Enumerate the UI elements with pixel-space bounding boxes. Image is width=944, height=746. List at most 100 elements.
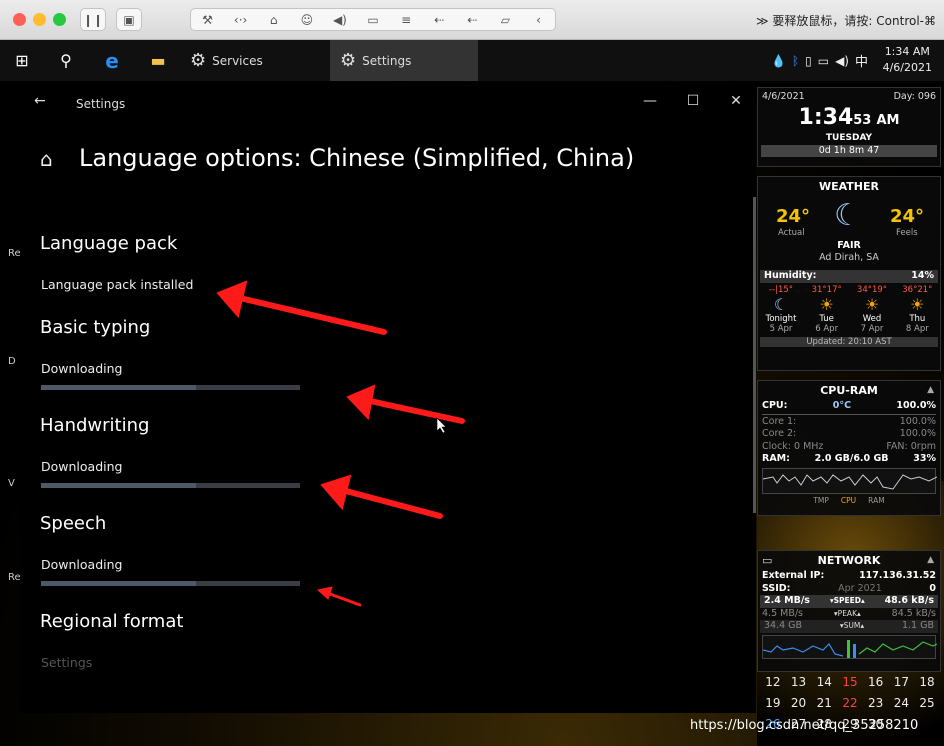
shared-folder-icon[interactable]: ▱ [489,13,522,27]
sun-icon: ☀ [910,294,925,314]
handwriting-progress-bar [41,483,300,488]
release-mouse-hint: ≫ 要释放鼠标，请按: Control-⌘ [756,14,936,28]
bluetooth-icon[interactable]: ᛒ [792,54,799,68]
language-pack-status: Language pack installed [41,277,194,292]
home-icon[interactable]: ⌂ [40,147,53,171]
gear-icon: ⚙ [340,50,357,71]
forecast-day: --|15° ☾ Tonight 5 Apr [765,284,797,334]
close-window-button[interactable] [13,13,26,26]
water-drop-icon[interactable]: 💧 [771,54,786,68]
calendar-week: 12 13 14 15 16 17 18 [760,672,940,693]
calendar-week: 19 20 21 22 23 24 25 [760,693,940,714]
taskbar-clock[interactable]: 1:34 AM 4/6/2021 [883,44,932,76]
usb-icon-2[interactable]: ⇠ [456,13,489,27]
network-widget: ▭ NETWORK ▲ External IP: 117.136.31.52 S… [757,550,941,672]
widget-time: 1:34 [798,104,854,130]
maximize-icon[interactable]: ☐ [683,93,703,109]
calendar-day[interactable]: 20 [788,693,810,714]
section-heading-basic-typing: Basic typing [40,317,151,338]
calendar-day[interactable]: 15 [839,672,861,693]
gear-icon: ⚙ [190,50,207,71]
page-title: Language options: Chinese (Simplified, C… [79,144,635,172]
back-arrow-icon[interactable]: ← [34,93,46,109]
zoom-window-button[interactable] [53,13,66,26]
desktop-icon-label-fragment: V [8,478,15,489]
pause-icon[interactable]: ❙❙ [80,8,106,31]
user-icon[interactable]: ☺ [290,13,323,27]
ime-indicator[interactable]: 中 [855,51,868,70]
close-icon[interactable]: ✕ [726,93,746,109]
section-heading-speech: Speech [40,513,107,534]
sun-icon: ☀ [864,294,880,314]
taskbar-app-settings[interactable]: ⚙ Settings [330,40,478,81]
wrench-icon[interactable]: ⚒ [191,13,224,27]
vm-toolbar: ❙❙ ▣ ⚒ ‹·› ⌂ ☺ ◀) ▭ ≡ ⇠ ⇠ ▱ ‹ ≫ 要释放鼠标，请按… [0,0,944,40]
collapse-icon[interactable]: ▲ [927,555,934,565]
cpu-ram-widget: CPU-RAM ▲ CPU: 0°C 100.0% Core 1: 100.0%… [757,380,941,516]
sun-icon: ☀ [819,294,834,314]
window-title: Settings [76,97,126,111]
calendar-day[interactable]: 17 [890,672,912,693]
desktop-icon-label-fragment: Re [8,572,21,583]
chevron-left-icon[interactable]: ‹ [522,13,555,27]
vm-devices-toolbar: ⚒ ‹·› ⌂ ☺ ◀) ▭ ≡ ⇠ ⇠ ▱ ‹ [190,8,556,31]
file-explorer-icon[interactable]: ▬ [142,40,174,81]
camera-icon[interactable]: ▭ [356,13,389,27]
windows-start-icon[interactable]: ⊞ [6,40,38,81]
minimize-window-button[interactable] [33,13,46,26]
monitor-icon: ▭ [762,554,773,567]
volume-icon[interactable]: ◀) [835,54,849,68]
network-icon[interactable]: ▭ [818,54,829,68]
network-adapter-icon[interactable]: ‹·› [224,13,257,27]
calendar-day[interactable]: 12 [762,672,784,693]
handwriting-status: Downloading [41,459,123,474]
moon-cloud-icon: ☾ [834,198,861,233]
watermark: https://blog.csdn.net/qq_35258210 [690,718,919,733]
calendar-day[interactable]: 25 [916,693,938,714]
regional-format-settings-link[interactable]: Settings [41,655,92,670]
basic-typing-progress-bar [41,385,300,390]
taskbar-app-services[interactable]: ⚙ Services [184,40,324,81]
calendar-day[interactable]: 16 [865,672,887,693]
calendar-day[interactable]: 19 [762,693,784,714]
collapse-icon[interactable]: ▲ [927,385,934,395]
settings-scrollbar[interactable] [753,197,756,513]
calendar-day[interactable]: 13 [788,672,810,693]
clock-widget: 4/6/2021 Day: 096 1:3453 AM TUESDAY 0d 1… [757,87,941,167]
calendar-day[interactable]: 18 [916,672,938,693]
search-icon[interactable]: ⚲ [50,40,82,81]
uptime-bar: 0d 1h 8m 47 [761,144,937,157]
usb-drive-icon[interactable]: ▯ [805,54,812,68]
snapshot-icon[interactable]: ▣ [116,8,142,31]
windows-taskbar: ⊞ ⚲ e ▬ ⚙ Services ⚙ Settings 💧 ᛒ ▯ ▭ ◀)… [0,40,944,81]
basic-typing-status: Downloading [41,361,123,376]
desktop-icon-label-fragment: D [8,356,16,367]
calendar-day[interactable] [916,714,938,735]
cpu-graph [762,467,938,494]
usb-icon[interactable]: ⇠ [423,13,456,27]
forecast-day: 31°17° ☀ Tue 6 Apr [811,284,842,334]
calendar-day[interactable]: 22 [839,693,861,714]
calendar-day[interactable]: 14 [813,672,835,693]
speech-progress-bar [41,581,300,586]
disk-icon[interactable]: ⌂ [257,13,290,27]
calendar-day[interactable]: 24 [890,693,912,714]
speaker-icon[interactable]: ◀) [323,13,356,27]
speech-status: Downloading [41,557,123,572]
weather-forecast: --|15° ☾ Tonight 5 Apr 31°17° ☀ Tue 6 Ap… [758,285,940,334]
system-tray: 💧 ᛒ ▯ ▭ ◀) 中 [771,40,868,81]
minimize-icon[interactable]: — [640,93,660,109]
edge-browser-icon[interactable]: e [96,40,128,81]
forecast-day: 34°19° ☀ Wed 7 Apr [856,284,888,334]
section-heading-handwriting: Handwriting [40,415,150,436]
weather-widget: WEATHER 24° Actual ☾ 24° Feels FAIR Ad D… [757,176,941,371]
calendar-day[interactable]: 21 [813,693,835,714]
section-heading-regional-format: Regional format [40,611,184,632]
moon-icon: ☾ [773,294,789,314]
section-heading-language-pack: Language pack [40,233,178,254]
calendar-day[interactable]: 23 [865,693,887,714]
printer-icon[interactable]: ≡ [390,13,423,27]
settings-window: ← Settings — ☐ ✕ ⌂ Language options: Chi… [20,87,756,713]
network-graph [762,634,938,659]
forecast-day: 36°21° ☀ Thu 8 Apr [902,284,933,334]
